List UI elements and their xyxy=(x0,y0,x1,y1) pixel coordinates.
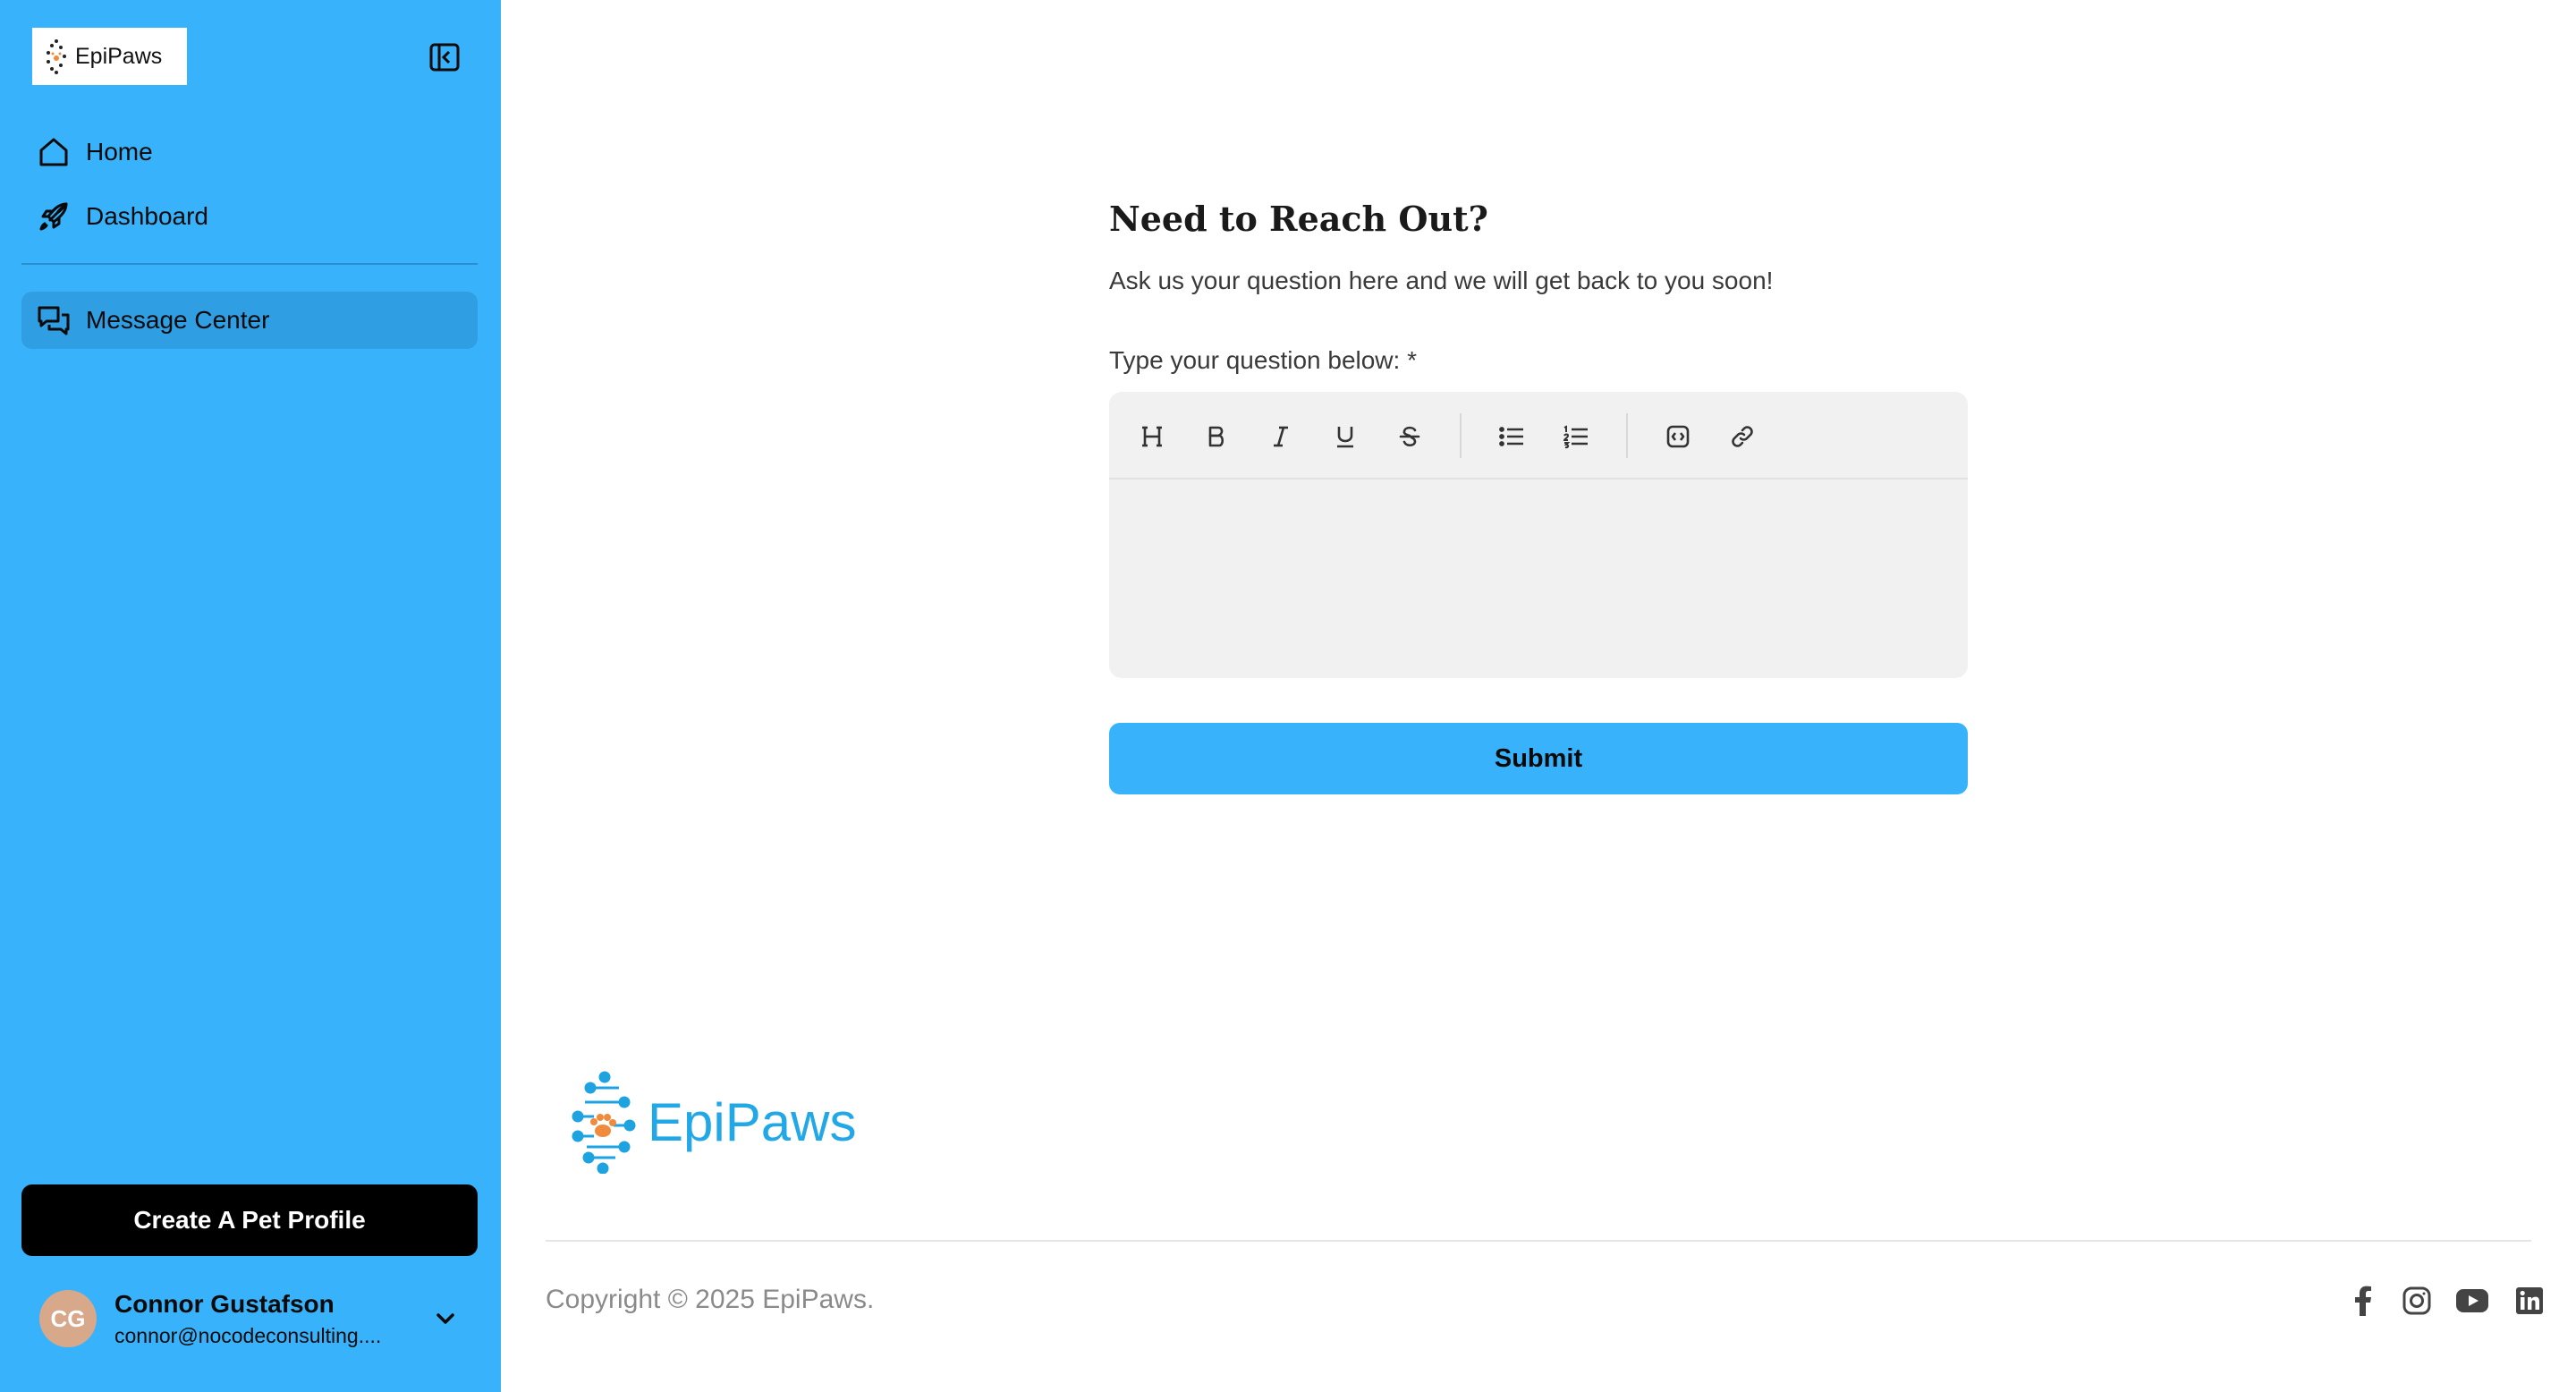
question-field-label: Type your question below: * xyxy=(1109,346,1417,374)
underline-icon xyxy=(1337,427,1353,448)
sidebar-collapse-icon xyxy=(429,43,460,72)
rich-text-editor xyxy=(1109,392,1968,678)
bullet-list-icon xyxy=(1499,427,1523,446)
sidebar-item-label: Message Center xyxy=(86,306,270,334)
bullet-list-button[interactable] xyxy=(1492,417,1531,456)
numbered-list-icon xyxy=(1563,425,1588,449)
numbered-list-button[interactable] xyxy=(1556,417,1596,456)
code-block-icon xyxy=(1666,425,1690,448)
italic-icon xyxy=(1274,426,1288,447)
italic-button[interactable] xyxy=(1261,417,1301,456)
sidebar-collapse-button[interactable] xyxy=(428,41,462,73)
user-menu[interactable]: CG Connor Gustafson connor@nocodeconsult… xyxy=(21,1283,478,1354)
youtube-link[interactable] xyxy=(2454,1283,2490,1319)
question-textarea[interactable] xyxy=(1109,480,1968,678)
chat-bubbles-icon xyxy=(36,302,72,338)
sidebar-item-dashboard[interactable]: Dashboard xyxy=(21,188,478,245)
footer-logo[interactable]: EpiPaws xyxy=(569,1070,856,1174)
instagram-icon xyxy=(2402,1286,2431,1315)
heading-icon xyxy=(1142,426,1162,447)
sidebar-item-label: Home xyxy=(86,138,153,166)
home-icon xyxy=(36,134,72,170)
sidebar-item-label: Dashboard xyxy=(86,202,208,230)
user-email: connor@nocodeconsulting.... xyxy=(114,1323,382,1347)
epipaws-logo-icon xyxy=(47,39,66,74)
sidebar-logo[interactable]: EpiPaws xyxy=(32,28,187,85)
facebook-link[interactable] xyxy=(2345,1283,2381,1319)
heading-button[interactable] xyxy=(1132,417,1172,456)
sidebar: EpiPaws Home Dashboard Message Center Cr… xyxy=(0,0,501,1392)
toolbar-divider xyxy=(1626,413,1628,458)
bold-button[interactable] xyxy=(1197,417,1236,456)
link-button[interactable] xyxy=(1723,417,1762,456)
editor-toolbar xyxy=(1109,392,1968,480)
epipaws-logo-icon xyxy=(572,1071,636,1174)
instagram-link[interactable] xyxy=(2399,1283,2435,1319)
footer-logo-text: EpiPaws xyxy=(648,1091,857,1152)
strikethrough-button[interactable] xyxy=(1390,417,1429,456)
toolbar-divider xyxy=(1460,413,1462,458)
page-title: Need to Reach Out? xyxy=(1109,199,1488,239)
bold-icon xyxy=(1208,426,1224,447)
code-block-button[interactable] xyxy=(1658,417,1698,456)
youtube-icon xyxy=(2456,1289,2488,1312)
submit-button[interactable]: Submit xyxy=(1109,723,1968,794)
strikethrough-icon xyxy=(1399,426,1420,447)
sidebar-logo-text: EpiPaws xyxy=(75,43,163,69)
copyright-text: Copyright © 2025 EpiPaws. xyxy=(546,1285,875,1314)
rocket-icon xyxy=(36,199,72,234)
sidebar-item-home[interactable]: Home xyxy=(21,123,478,181)
nav-divider xyxy=(21,263,478,265)
underline-button[interactable] xyxy=(1326,417,1365,456)
user-info: Connor Gustafson connor@nocodeconsulting… xyxy=(114,1290,381,1348)
linkedin-link[interactable] xyxy=(2512,1283,2547,1319)
chevron-down-icon[interactable] xyxy=(431,1304,460,1333)
page-subtitle: Ask us your question here and we will ge… xyxy=(1109,267,1774,294)
create-pet-profile-button[interactable]: Create A Pet Profile xyxy=(21,1184,478,1256)
footer-divider xyxy=(546,1240,2531,1242)
avatar: CG xyxy=(39,1290,97,1347)
facebook-icon xyxy=(2355,1286,2371,1316)
linkedin-icon xyxy=(2516,1287,2543,1314)
user-name: Connor Gustafson xyxy=(114,1289,335,1318)
sidebar-item-message-center[interactable]: Message Center xyxy=(21,292,478,349)
link-icon xyxy=(1732,426,1753,447)
